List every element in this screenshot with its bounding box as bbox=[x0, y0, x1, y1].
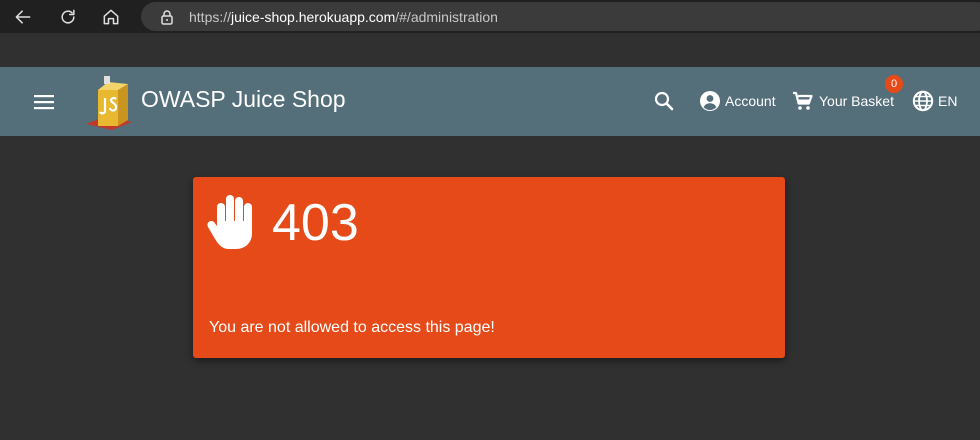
back-button[interactable] bbox=[9, 4, 37, 30]
app-toolbar: OWASP Juice Shop Account Your Basket EN bbox=[0, 67, 980, 136]
language-label: EN bbox=[938, 93, 958, 109]
error-message: You are not allowed to access this page! bbox=[209, 319, 495, 336]
url-path: /#/administration bbox=[395, 8, 498, 25]
menu-button[interactable] bbox=[30, 88, 58, 116]
basket-button[interactable]: Your Basket bbox=[791, 88, 894, 114]
account-button[interactable]: Account bbox=[698, 88, 776, 114]
menu-icon bbox=[34, 95, 54, 110]
account-circle-icon bbox=[700, 91, 720, 111]
reload-icon bbox=[61, 9, 75, 24]
search-button[interactable] bbox=[652, 88, 676, 114]
browser-bar: https://juice-shop.herokuapp.com/#/admin… bbox=[0, 0, 980, 33]
cart-icon bbox=[793, 91, 813, 110]
home-button[interactable] bbox=[97, 4, 125, 30]
url-text: https://juice-shop.herokuapp.com/#/admin… bbox=[189, 9, 498, 25]
browser-tabstrip bbox=[0, 33, 980, 67]
url-scheme: https:// bbox=[189, 8, 232, 25]
error-card: 403 You are not allowed to access this p… bbox=[193, 177, 785, 358]
basket-count-badge: 0 bbox=[885, 75, 903, 93]
home-icon bbox=[103, 9, 119, 25]
basket-label: Your Basket bbox=[819, 93, 894, 109]
address-bar[interactable]: https://juice-shop.herokuapp.com/#/admin… bbox=[141, 2, 980, 31]
reload-button[interactable] bbox=[54, 4, 82, 30]
language-button[interactable]: EN bbox=[911, 88, 957, 114]
account-label: Account bbox=[725, 93, 776, 109]
back-icon bbox=[15, 10, 31, 24]
app-title[interactable]: OWASP Juice Shop bbox=[141, 86, 346, 113]
hand-icon bbox=[207, 195, 252, 249]
juice-shop-logo bbox=[86, 76, 132, 130]
error-code: 403 bbox=[272, 194, 359, 252]
language-icon bbox=[912, 90, 934, 112]
lock-icon bbox=[161, 9, 173, 25]
url-host: juice-shop.herokuapp.com bbox=[231, 8, 396, 25]
search-icon bbox=[654, 91, 674, 111]
